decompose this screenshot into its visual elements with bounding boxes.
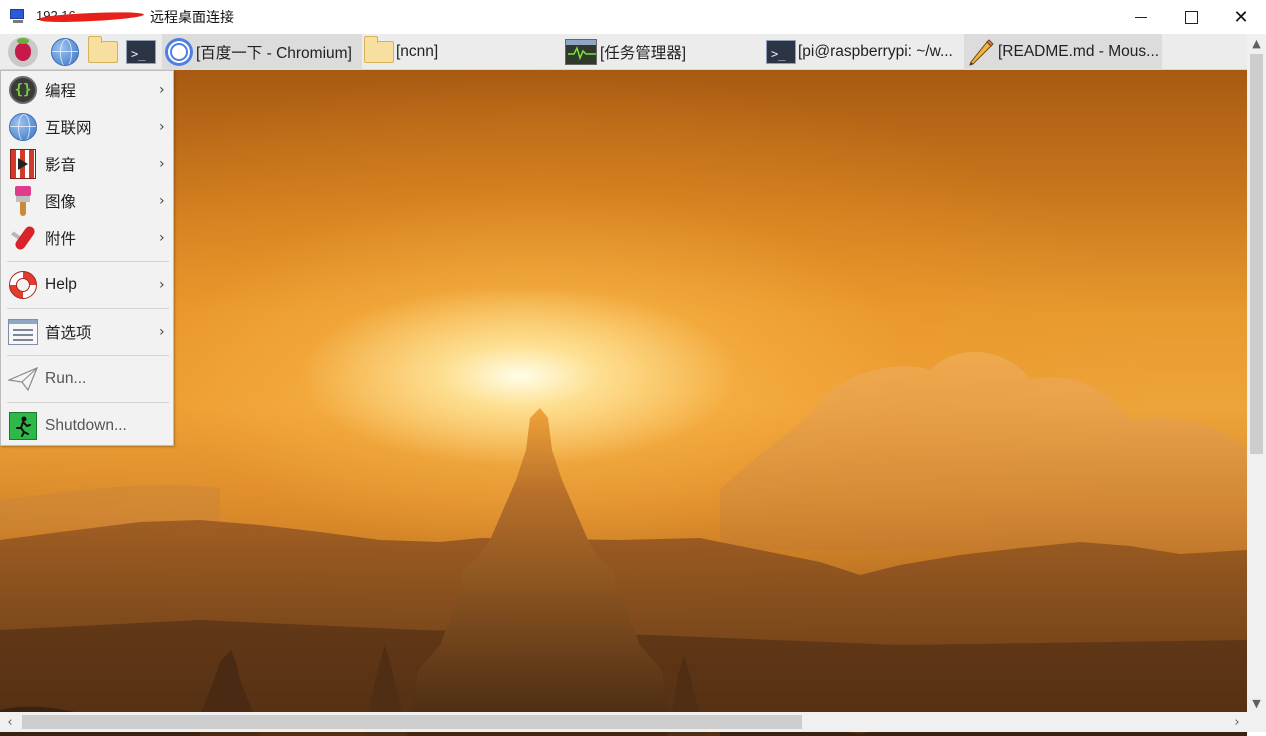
menu-item-label: Help [45, 276, 77, 293]
scroll-left-arrow-icon[interactable]: ‹ [0, 712, 20, 732]
launcher-terminal[interactable]: >_ [122, 34, 160, 70]
menu-separator [7, 355, 169, 356]
globe-icon [51, 37, 79, 66]
task-label: [pi@raspberrypi: ~/w... [798, 42, 953, 60]
launcher-file-manager[interactable] [84, 34, 122, 70]
shutdown-icon [7, 410, 39, 442]
menu-item-run[interactable]: Run... [1, 361, 173, 397]
terminal-icon: >_ [766, 38, 796, 66]
application-menu: {} 编程 › 互联网 › 影音 › 图像 › 附件 › Help › 首选项 … [0, 70, 174, 446]
scroll-right-arrow-icon[interactable]: › [1227, 712, 1247, 732]
globe-icon [7, 111, 39, 143]
task-label: [README.md - Mous... [998, 42, 1160, 60]
menu-item-programming[interactable]: {} 编程 › [1, 72, 173, 108]
menu-separator [7, 402, 169, 403]
sound-video-icon [7, 148, 39, 180]
task-chromium[interactable]: [百度一下 - Chromium] [162, 34, 362, 70]
remote-desktop-viewport: >_ [百度一下 - Chromium] [ncnn] [任务管理器] >_ [… [0, 34, 1266, 736]
chevron-right-icon: › [159, 193, 165, 209]
chevron-right-icon: › [159, 230, 165, 246]
chromium-icon [164, 37, 194, 66]
menu-item-preferences[interactable]: 首选项 › [1, 314, 173, 350]
scrollbar-corner [1247, 712, 1266, 732]
launcher-browser[interactable] [46, 34, 84, 70]
menu-separator [7, 308, 169, 309]
window-titlebar[interactable]: 192.16 远程桌面连接 ✕ [0, 0, 1266, 34]
chevron-right-icon: › [159, 277, 165, 293]
menu-item-label: Shutdown... [45, 417, 127, 434]
menu-separator [7, 261, 169, 262]
preferences-icon [7, 316, 39, 348]
scroll-down-arrow-icon[interactable]: ▼ [1247, 694, 1266, 712]
menu-item-internet[interactable]: 互联网 › [1, 109, 173, 145]
menu-item-help[interactable]: Help › [1, 267, 173, 303]
menu-item-label: 图像 [45, 194, 77, 211]
lxde-taskbar: >_ [百度一下 - Chromium] [ncnn] [任务管理器] >_ [… [0, 34, 1247, 70]
task-label: [ncnn] [396, 42, 439, 60]
menu-item-shutdown[interactable]: Shutdown... [1, 408, 173, 444]
run-paper-plane-icon [7, 363, 39, 395]
window-title: 192.16 远程桌面连接 [36, 7, 234, 27]
accessories-icon [7, 222, 39, 254]
chevron-right-icon: › [159, 119, 165, 135]
task-label: [百度一下 - Chromium] [196, 44, 352, 62]
remote-desktop-icon [10, 9, 28, 25]
menu-item-label: 影音 [45, 157, 77, 174]
menu-item-label: 编程 [45, 83, 77, 100]
paintbrush-icon [7, 185, 39, 217]
scroll-up-arrow-icon[interactable]: ▲ [1247, 34, 1266, 52]
pencil-icon [966, 38, 996, 66]
task-manager-icon [564, 38, 598, 66]
wallpaper-silhouette [0, 351, 1247, 736]
close-button[interactable]: ✕ [1216, 0, 1266, 34]
task-label: [任务管理器] [600, 44, 687, 62]
menu-item-label: Run... [45, 370, 87, 387]
window-title-text: 远程桌面连接 [150, 9, 234, 25]
menu-item-sound-video[interactable]: 影音 › [1, 146, 173, 182]
vertical-scrollbar[interactable]: ▲ ▼ [1247, 34, 1266, 712]
programming-icon: {} [7, 74, 39, 106]
help-lifebuoy-icon [7, 269, 39, 301]
desktop-wallpaper[interactable] [0, 70, 1247, 736]
task-mousepad[interactable]: [README.md - Mous... [964, 34, 1162, 70]
folder-icon [364, 35, 394, 66]
terminal-icon: >_ [126, 39, 156, 64]
folder-icon [88, 35, 118, 63]
horizontal-scroll-thumb[interactable] [22, 715, 802, 729]
menu-item-label: 首选项 [45, 325, 92, 342]
menu-item-label: 附件 [45, 231, 77, 248]
window-controls: ✕ [1116, 0, 1266, 34]
minimize-button[interactable] [1116, 0, 1166, 34]
task-terminal[interactable]: >_ [pi@raspberrypi: ~/w... [764, 34, 964, 70]
menu-item-graphics[interactable]: 图像 › [1, 183, 173, 219]
raspberry-pi-icon [8, 36, 38, 67]
chevron-right-icon: › [159, 82, 165, 98]
chevron-right-icon: › [159, 156, 165, 172]
redacted-ip-address: 192.16 [36, 8, 145, 24]
maximize-button[interactable] [1166, 0, 1216, 34]
horizontal-scrollbar[interactable]: ‹ › [0, 712, 1247, 732]
task-task-manager[interactable]: [任务管理器] [562, 34, 764, 70]
menu-launcher-button[interactable] [0, 34, 46, 70]
chevron-right-icon: › [159, 324, 165, 340]
menu-item-label: 互联网 [45, 120, 92, 137]
vertical-scroll-thumb[interactable] [1250, 54, 1263, 454]
menu-item-accessories[interactable]: 附件 › [1, 220, 173, 256]
task-ncnn-folder[interactable]: [ncnn] [362, 34, 562, 70]
